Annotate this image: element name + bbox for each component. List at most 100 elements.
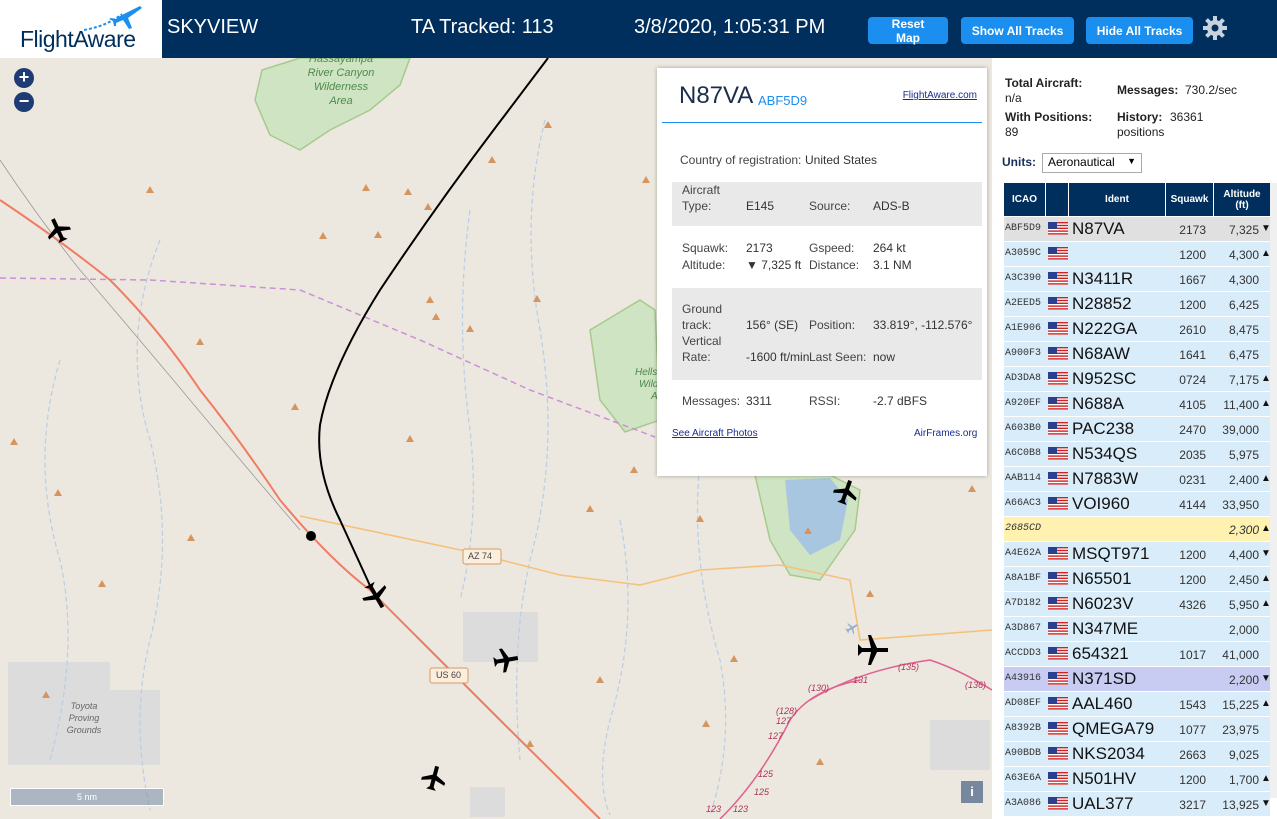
distance-value: 3.1 NM — [873, 258, 912, 272]
clock-datetime: 3/8/2020, 1:05:31 PM — [634, 16, 826, 38]
units-dropdown-value: Aeronautical — [1048, 155, 1115, 169]
column-header-icao[interactable]: ICAO — [1004, 183, 1045, 216]
distance-label: Distance: — [809, 258, 860, 272]
row-altitude: 2,400 — [1228, 473, 1259, 487]
table-row[interactable]: A63E6A N501HV 1200 1,700 ▲ — [1004, 767, 1271, 792]
reset-map-button[interactable]: Reset Map — [868, 17, 948, 45]
row-squawk: 1667 — [1179, 273, 1206, 287]
zoom-in-button[interactable]: + — [14, 68, 34, 88]
us-flag-icon — [1048, 572, 1068, 585]
table-row[interactable]: A1E906 N222GA 2610 8,475 — [1004, 317, 1270, 342]
show-all-tracks-button[interactable]: Show All Tracks — [961, 17, 1074, 44]
row-altitude: 2,200 — [1228, 673, 1259, 687]
row-icao: A43916 — [1005, 673, 1042, 684]
table-row[interactable]: A8392B QMEGA79 1077 23,975 — [1004, 717, 1270, 742]
table-row[interactable]: A900F3 N68AW 1641 6,475 — [1004, 342, 1270, 367]
row-altitude: 5,950 — [1228, 598, 1259, 612]
row-squawk: 1017 — [1179, 648, 1206, 662]
settings-gear-icon[interactable] — [1202, 15, 1228, 41]
column-header-flag[interactable] — [1046, 183, 1068, 216]
table-row[interactable]: A43916 N371SD 2,200 ▼ — [1004, 667, 1271, 692]
table-row[interactable]: A3059C 1200 4,300 ▲ — [1004, 242, 1271, 267]
route-130-label: (130) — [808, 683, 830, 693]
row-squawk: 1641 — [1179, 348, 1206, 362]
route-125-label: 125 — [758, 769, 774, 779]
route-125-label: 125 — [754, 787, 770, 797]
table-row[interactable]: A3C390 N3411R 1667 4,300 — [1004, 267, 1270, 292]
wilderness-label-line: Wilderness — [313, 81, 369, 93]
row-ident: VOI960 — [1072, 494, 1130, 513]
last-seen-value: now — [873, 350, 896, 364]
row-altitude: 2,300 — [1228, 523, 1259, 537]
us-flag-icon — [1048, 297, 1068, 310]
row-squawk: 4105 — [1179, 398, 1206, 412]
row-icao: A4E62A — [1005, 548, 1042, 559]
table-row[interactable]: A603B0 PAC238 2470 39,000 — [1004, 417, 1270, 442]
table-row[interactable]: A66AC3 VOI960 4144 33,950 — [1004, 492, 1270, 517]
gspeed-label: Gspeed: — [809, 241, 855, 255]
table-row[interactable]: 2685CD 2,300 ▲ — [1004, 517, 1271, 542]
row-squawk: 2610 — [1179, 323, 1206, 337]
table-row[interactable]: A3D867 N347ME 2,000 — [1004, 617, 1270, 642]
aircraft-sidebar: Total Aircraft: n/a Messages: 730.2/sec … — [992, 58, 1277, 819]
flightaware-logo[interactable]: FlightAware — [0, 0, 162, 58]
row-ident: N68AW — [1072, 344, 1130, 363]
see-aircraft-photos-link[interactable]: See Aircraft Photos — [672, 428, 758, 439]
wilderness-label-line: River Canyon — [307, 67, 375, 79]
table-row[interactable]: A4E62A MSQT971 1200 4,400 ▼ — [1004, 542, 1271, 567]
table-row[interactable]: A920EF N688A 4105 11,400 ▲ — [1004, 392, 1271, 417]
us-flag-icon — [1048, 222, 1068, 235]
table-scrollbar[interactable] — [1270, 183, 1277, 798]
aircraft-type-label-2: Type: — [682, 199, 712, 213]
row-altitude: 6,475 — [1228, 348, 1259, 362]
row-ident: N87VA — [1072, 219, 1125, 238]
route-128-label: (128) — [776, 706, 798, 716]
us-flag-icon — [1048, 372, 1068, 385]
table-row[interactable]: A7D182 N6023V 4326 5,950 ▲ — [1004, 592, 1271, 617]
row-ident: PAC238 — [1072, 419, 1135, 438]
row-icao: A3D867 — [1005, 623, 1042, 634]
row-ident: 654321 — [1072, 644, 1129, 663]
table-row[interactable]: AAB114 N7883W 0231 2,400 ▲ — [1004, 467, 1271, 492]
vrate-label-2: Rate: — [682, 350, 711, 364]
route-123-label: 123 — [733, 804, 749, 814]
table-row[interactable]: A3A086 UAL377 3217 13,925 ▼ — [1004, 792, 1271, 817]
column-header-ident[interactable]: Ident — [1069, 183, 1165, 216]
position-label: Position: — [809, 318, 856, 332]
map-info-button[interactable]: i — [961, 781, 983, 803]
messages-label: Messages: — [682, 394, 741, 408]
row-squawk: 1200 — [1179, 548, 1206, 562]
units-dropdown[interactable]: Aeronautical ▼ — [1042, 153, 1142, 173]
table-row[interactable]: A6C0B8 N534QS 2035 5,975 — [1004, 442, 1270, 467]
row-icao: A1E906 — [1005, 323, 1042, 334]
route-136-label: (136) — [965, 680, 987, 690]
wilderness-area-label: Hassayampa River Canyon Wilderness Area — [296, 58, 386, 108]
row-altitude: 6,425 — [1228, 298, 1259, 312]
row-squawk: 1200 — [1179, 248, 1206, 262]
airframes-link[interactable]: AirFrames.org — [914, 428, 977, 439]
table-row[interactable]: A8A1BF N65501 1200 2,450 ▲ — [1004, 567, 1271, 592]
us-flag-icon — [1048, 747, 1068, 760]
table-row[interactable]: ABF5D9 N87VA 2173 7,325 ▼ — [1004, 217, 1271, 242]
row-icao: A7D182 — [1005, 598, 1042, 609]
table-row[interactable]: AD08EF AAL460 1543 15,225 ▲ — [1004, 692, 1271, 717]
zoom-out-button[interactable]: − — [14, 92, 34, 112]
row-squawk: 2035 — [1179, 448, 1206, 462]
source-label: Source: — [809, 199, 851, 213]
us-flag-icon — [1048, 347, 1068, 360]
popup-divider — [662, 122, 982, 123]
flightaware-link[interactable]: FlightAware.com — [903, 90, 977, 101]
hide-all-tracks-button[interactable]: Hide All Tracks — [1086, 17, 1193, 44]
row-icao: A6C0B8 — [1005, 448, 1042, 459]
row-altitude-trend-icon: ▼ — [1261, 798, 1271, 809]
table-row[interactable]: AD3DA8 N952SC 0724 7,175 ▲ — [1004, 367, 1271, 392]
column-header-squawk[interactable]: Squawk — [1166, 183, 1213, 216]
row-squawk: 2173 — [1179, 223, 1206, 237]
column-header-altitude[interactable]: Altitude (ft) — [1214, 183, 1270, 216]
row-icao: A603B0 — [1005, 423, 1042, 434]
table-row[interactable]: A90BDB NKS2034 2663 9,025 — [1004, 742, 1270, 767]
row-ident: N6023V — [1072, 594, 1134, 613]
table-row[interactable]: A2EED5 N28852 1200 6,425 — [1004, 292, 1270, 317]
row-icao: ACCDD3 — [1005, 648, 1042, 659]
table-row[interactable]: ACCDD3 654321 1017 41,000 — [1004, 642, 1270, 667]
